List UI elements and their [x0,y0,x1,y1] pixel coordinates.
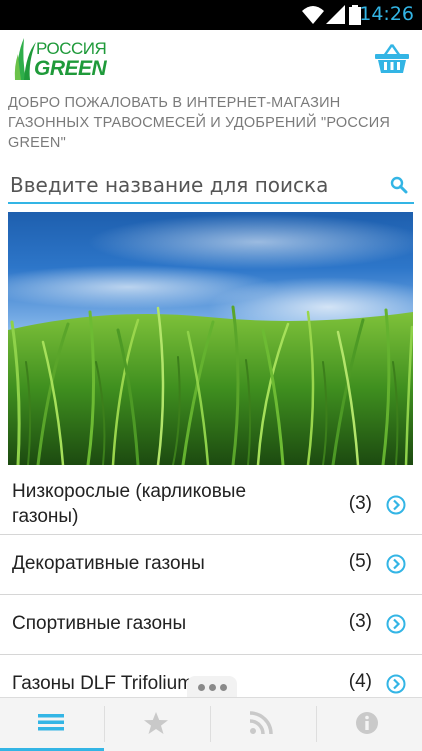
dot-icon [220,684,227,691]
promo-banner-image [8,212,413,465]
dot-icon [198,684,205,691]
star-icon [144,712,168,734]
category-title: Декоративные газоны [12,553,205,574]
search-bar [8,170,414,204]
category-count: (4) [348,671,372,692]
menu-icon [38,714,64,731]
wifi-icon [302,6,324,24]
chevron-right-icon [386,495,406,515]
search-input[interactable] [8,170,380,200]
bottom-tab-bar [0,697,422,751]
category-row-low-growing[interactable]: Низкорослые (карликовые газоны) (3) [0,468,422,535]
category-title: Газоны DLF Trifolium [12,673,194,694]
category-list: Низкорослые (карликовые газоны) (3) Деко… [0,468,422,705]
status-bar: 14:26 [0,0,422,30]
clock: 14:26 [359,3,414,25]
category-title: Спортивные газоны [12,613,187,634]
search-icon[interactable] [390,176,408,194]
overflow-handle[interactable] [187,676,237,698]
category-count: (3) [348,493,372,514]
tab-news[interactable] [211,698,315,748]
tab-menu[interactable] [0,698,104,751]
category-title: Низкорослые (карликовые газоны) [12,481,247,527]
signal-icon [326,5,345,24]
shopping-basket-icon[interactable] [374,42,410,74]
chevron-right-icon [386,614,406,634]
rss-icon [249,711,273,735]
tab-info[interactable] [317,698,421,748]
tab-favorites[interactable] [105,698,209,748]
dot-icon [209,684,216,691]
logo-text-top: РОССИЯ [36,39,107,58]
category-row-sport[interactable]: Спортивные газоны (3) [0,595,422,655]
welcome-text: ДОБРО ПОЖАЛОВАТЬ В ИНТЕРНЕТ-МАГАЗИН ГАЗО… [8,95,391,151]
category-count: (3) [348,611,372,632]
info-icon [356,712,378,734]
logo-text-bottom: GREEN [34,57,107,80]
category-row-decorative[interactable]: Декоративные газоны (5) [0,535,422,595]
chevron-right-icon [386,554,406,574]
category-count: (5) [348,551,372,572]
chevron-right-icon [386,674,406,694]
logo[interactable]: РОССИЯ GREEN [14,36,107,84]
